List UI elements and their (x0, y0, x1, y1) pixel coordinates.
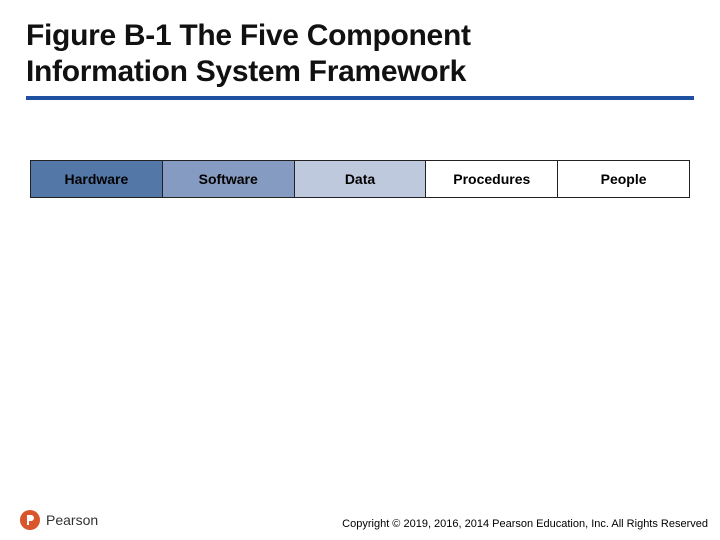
pearson-logo: Pearson (20, 510, 98, 530)
component-cell: Procedures (426, 161, 558, 197)
pearson-logo-icon (20, 510, 40, 530)
title-line-1: Figure B-1 The Five Component (26, 18, 694, 54)
title-line-2: Information System Framework (26, 54, 694, 90)
component-cell: People (558, 161, 689, 197)
figure-title: Figure B-1 The Five Component Informatio… (26, 18, 694, 100)
component-label: Procedures (453, 171, 530, 187)
copyright-text: Copyright © 2019, 2016, 2014 Pearson Edu… (342, 518, 708, 530)
component-label: People (601, 171, 647, 187)
component-label: Hardware (64, 171, 128, 187)
five-component-row: Hardware Software Data Procedures People (30, 160, 690, 198)
component-cell: Hardware (31, 161, 163, 197)
component-label: Software (199, 171, 258, 187)
component-label: Data (345, 171, 375, 187)
pearson-logo-text: Pearson (46, 512, 98, 528)
footer: Pearson Copyright © 2019, 2016, 2014 Pea… (0, 492, 720, 540)
component-cell: Data (295, 161, 427, 197)
component-cell: Software (163, 161, 295, 197)
slide: Figure B-1 The Five Component Informatio… (0, 0, 720, 540)
